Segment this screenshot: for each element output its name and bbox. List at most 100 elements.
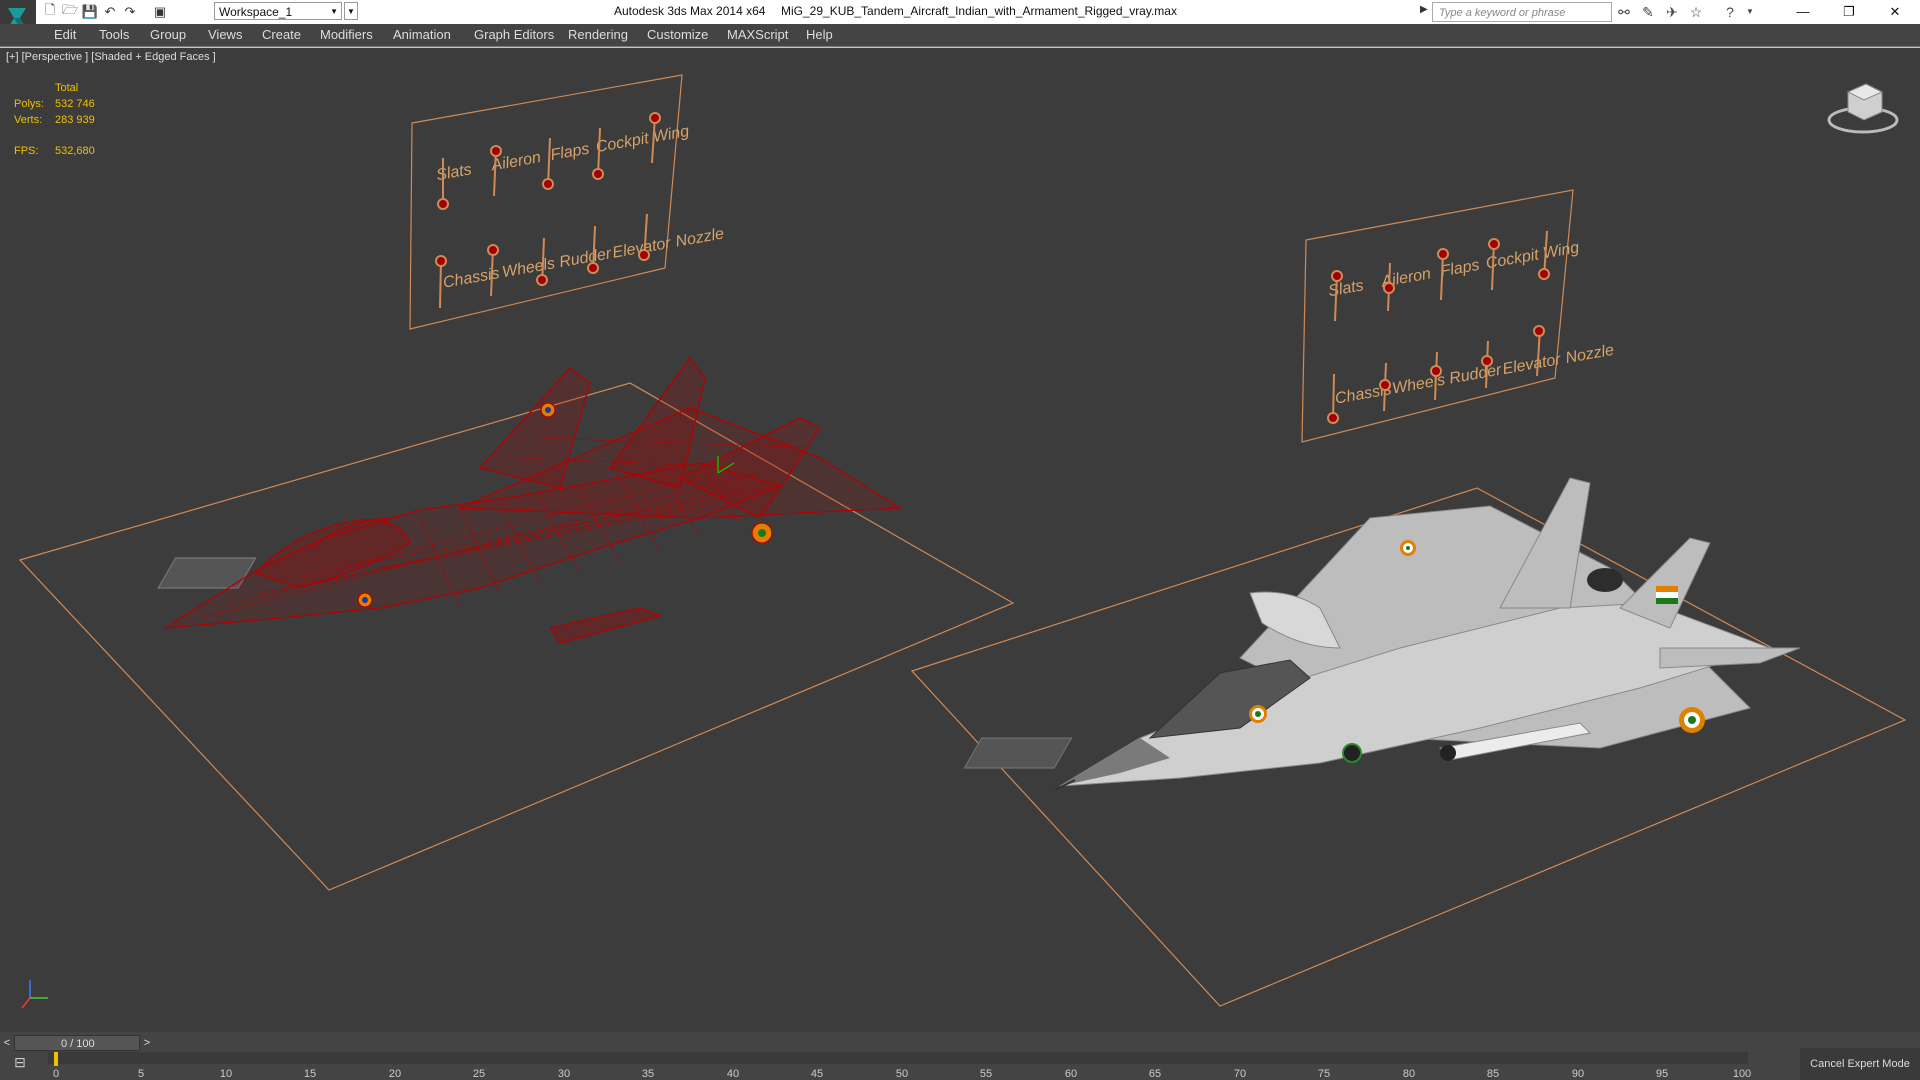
menu-modifiers[interactable]: Modifiers — [320, 27, 373, 42]
left-slider-cockpit[interactable] — [592, 168, 604, 180]
perspective-viewport[interactable]: [+] [Perspective ] [Shaded + Edged Faces… — [0, 47, 1920, 1034]
undo-icon[interactable]: ↶ — [100, 2, 120, 22]
workspace-label: Workspace_1 — [219, 5, 293, 19]
left-slider-aileron[interactable] — [490, 145, 502, 157]
left-slider-nozzle[interactable] — [638, 249, 650, 261]
tick-65: 65 — [1148, 1068, 1162, 1080]
tick-45: 45 — [810, 1068, 824, 1080]
left-slider-wheels[interactable] — [487, 244, 499, 256]
timeline-bar: < 0 / 100 > ⊟ 0 5 10 15 20 25 30 35 40 4… — [0, 1032, 1920, 1080]
timeline-ruler[interactable]: 0 5 10 15 20 25 30 35 40 45 50 55 60 65 … — [48, 1052, 1752, 1080]
right-slider-rudder[interactable] — [1430, 365, 1442, 377]
tick-75: 75 — [1317, 1068, 1331, 1080]
right-panel-rudder-label: Rudder — [1448, 362, 1503, 388]
left-control-panel: Slats Aileron Flaps Cockpit Wing Chassis… — [409, 74, 725, 330]
frame-display: 0 / 100 — [61, 1038, 95, 1050]
right-slider-flaps[interactable] — [1437, 248, 1449, 260]
menu-create[interactable]: Create — [262, 27, 301, 42]
search-expand-icon[interactable]: ▶ — [1420, 4, 1430, 15]
track-view-icon[interactable]: ⊟ — [6, 1054, 34, 1074]
right-slider-wheels[interactable] — [1379, 379, 1391, 391]
binoculars-icon[interactable]: ⚯ — [1614, 2, 1634, 22]
left-panel-flaps-label: Flaps — [549, 141, 590, 165]
tick-20: 20 — [388, 1068, 402, 1080]
right-panel-nozzle-label: Nozzle — [1564, 342, 1615, 367]
communication-center-icon[interactable]: ✈ — [1662, 2, 1682, 22]
menu-views[interactable]: Views — [208, 27, 242, 42]
menu-bar: Edit Tools Group Views Create Modifiers … — [0, 24, 1920, 47]
tick-15: 15 — [303, 1068, 317, 1080]
left-slider-elevator[interactable] — [587, 262, 599, 274]
right-slider-cockpit[interactable] — [1488, 238, 1500, 250]
menu-rendering[interactable]: Rendering — [568, 27, 628, 42]
tick-35: 35 — [641, 1068, 655, 1080]
tick-0: 0 — [52, 1068, 60, 1080]
scene-canvas[interactable]: Slats Aileron Flaps Cockpit Wing Chassis… — [0, 48, 1920, 1033]
search-input[interactable]: Type a keyword or phrase — [1432, 2, 1612, 22]
right-slider-nozzle[interactable] — [1533, 325, 1545, 337]
menu-group[interactable]: Group — [150, 27, 186, 42]
left-slider-chassis[interactable] — [435, 255, 447, 267]
menu-tools[interactable]: Tools — [99, 27, 129, 42]
left-slider-rudder[interactable] — [536, 274, 548, 286]
shaded-aircraft[interactable] — [963, 477, 1801, 791]
tick-30: 30 — [557, 1068, 571, 1080]
left-panel-rudder-label: Rudder — [558, 245, 613, 271]
right-panel-flaps-label: Flaps — [1439, 257, 1480, 281]
menu-customize[interactable]: Customize — [647, 27, 708, 42]
left-slider-wing[interactable] — [649, 112, 661, 124]
tick-70: 70 — [1233, 1068, 1247, 1080]
left-panel-wheels-label: Wheels — [501, 255, 557, 281]
right-slider-elevator[interactable] — [1481, 355, 1493, 367]
favorites-star-icon[interactable]: ☆ — [1686, 2, 1706, 22]
redo-icon[interactable]: ↷ — [120, 2, 140, 22]
workspace-dropdown-button[interactable]: ▼ — [344, 2, 358, 20]
right-slider-chassis[interactable] — [1327, 412, 1339, 424]
right-slider-slats[interactable] — [1331, 270, 1343, 282]
left-panel-cockpit-label: Cockpit — [595, 130, 651, 156]
left-panel-slats-label: Slats — [435, 161, 473, 184]
minimize-button[interactable]: — — [1780, 0, 1826, 24]
open-file-icon[interactable]: 🗁 — [60, 2, 80, 22]
file-title: MiG_29_KUB_Tandem_Aircraft_Indian_with_A… — [781, 4, 1177, 18]
viewcube-icon[interactable] — [1827, 83, 1899, 134]
tick-95: 95 — [1655, 1068, 1669, 1080]
right-panel-elevator-label: Elevator — [1501, 351, 1562, 378]
cancel-expert-mode-button[interactable]: Cancel Expert Mode — [1800, 1048, 1920, 1080]
menu-animation[interactable]: Animation — [393, 27, 451, 42]
close-button[interactable]: ✕ — [1872, 0, 1918, 24]
wireframe-aircraft[interactable] — [157, 356, 903, 644]
time-slider[interactable]: 0 / 100 — [14, 1035, 140, 1051]
menu-graph-editors[interactable]: Graph Editors — [474, 27, 554, 42]
menu-maxscript[interactable]: MAXScript — [727, 27, 788, 42]
workspace-selector[interactable]: Workspace_1 ▼ — [214, 2, 342, 20]
tick-85: 85 — [1486, 1068, 1500, 1080]
right-slider-aileron[interactable] — [1383, 282, 1395, 294]
tick-80: 80 — [1402, 1068, 1416, 1080]
left-slider-flaps[interactable] — [542, 178, 554, 190]
project-folder-icon[interactable]: ▣ — [150, 2, 170, 22]
tools-icon[interactable]: ✎ — [1638, 2, 1658, 22]
menu-edit[interactable]: Edit — [54, 27, 76, 42]
tick-40: 40 — [726, 1068, 740, 1080]
tick-60: 60 — [1064, 1068, 1078, 1080]
help-icon[interactable]: ? — [1720, 2, 1740, 22]
tick-55: 55 — [979, 1068, 993, 1080]
time-prev-button[interactable]: < — [0, 1035, 14, 1051]
time-next-button[interactable]: > — [140, 1035, 154, 1051]
menu-help[interactable]: Help — [806, 27, 833, 42]
right-panel-wing-label: Wing — [1542, 239, 1581, 262]
restore-button[interactable]: ❐ — [1826, 0, 1872, 24]
left-slider-slats[interactable] — [437, 198, 449, 210]
title-bar: 🗋 🗁 💾 ↶ ↷ ▣ Workspace_1 ▼ ▼ Autodesk 3ds… — [0, 0, 1920, 37]
app-title: Autodesk 3ds Max 2014 x64 — [614, 4, 766, 18]
help-dropdown-icon[interactable]: ▼ — [1740, 2, 1760, 22]
new-file-icon[interactable]: 🗋 — [40, 2, 60, 22]
save-file-icon[interactable]: 💾 — [80, 2, 100, 22]
tick-100: 100 — [1732, 1068, 1752, 1080]
right-slider-wing[interactable] — [1538, 268, 1550, 280]
tick-25: 25 — [472, 1068, 486, 1080]
axis-tripod-icon — [21, 980, 48, 1009]
right-control-panel: Slats Aileron Flaps Cockpit Wing Chassis… — [1301, 189, 1615, 443]
tick-90: 90 — [1571, 1068, 1585, 1080]
